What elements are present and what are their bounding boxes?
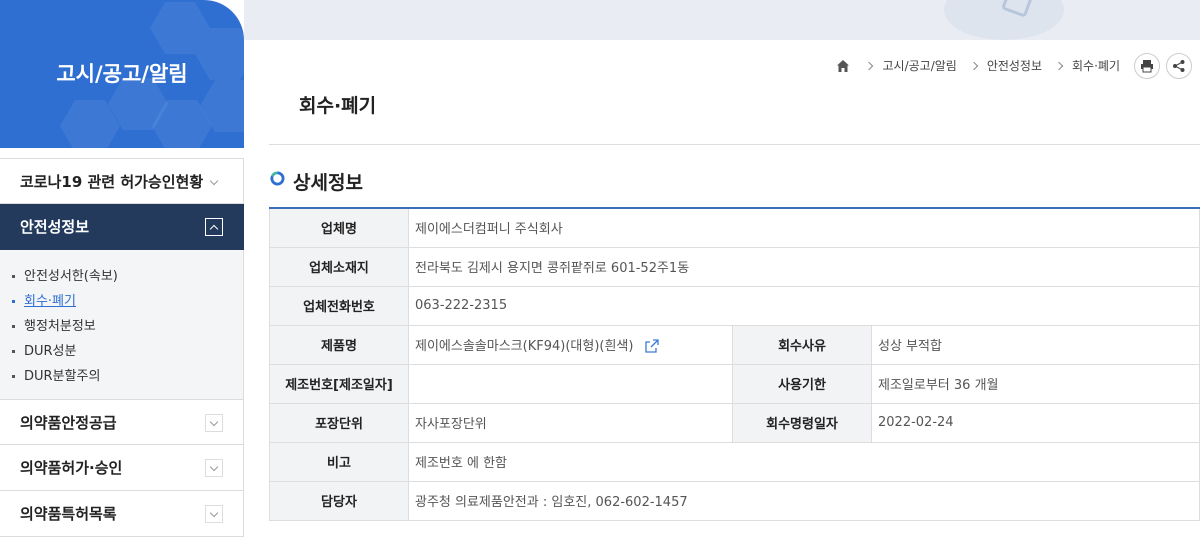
table-row: 업체명 제이에스더컴퍼니 주식회사: [269, 208, 1200, 248]
table-row: 비고 제조번호 에 한함: [269, 442, 1200, 482]
menu-item-approval[interactable]: 의약품허가·승인: [0, 445, 244, 491]
submenu-item-recall[interactable]: 회수·폐기: [12, 289, 243, 314]
field-label: 포장단위: [269, 403, 409, 443]
field-value: 제조번호 에 한함: [408, 442, 1200, 482]
home-icon[interactable]: [836, 59, 850, 73]
menu-item-label: 의약품안정공급: [20, 413, 117, 432]
field-value: 2022-02-24: [871, 403, 1200, 443]
chevron-up-icon[interactable]: [205, 218, 223, 236]
submenu: 안전성서한(속보) 회수·폐기 행정처분정보 DUR성분 DUR분할주의: [0, 250, 244, 399]
chevron-right-icon: [865, 61, 874, 70]
field-label: 업체전화번호: [269, 286, 409, 326]
external-link-icon[interactable]: [644, 338, 660, 354]
field-label: 회수명령일자: [732, 403, 872, 443]
menu-item-patent[interactable]: 의약품특허목록: [0, 491, 244, 537]
menu-item-label: 의약품허가·승인: [20, 459, 123, 477]
field-label: 업체소재지: [269, 247, 409, 287]
breadcrumb-item[interactable]: 회수·폐기: [1072, 57, 1120, 74]
top-banner: [244, 0, 1200, 40]
menu-item-label: 의약품특허목록: [20, 505, 117, 523]
share-button[interactable]: [1166, 53, 1192, 79]
field-label: 제조번호[제조일자]: [269, 364, 409, 404]
field-value: [408, 364, 733, 404]
menu-item-safety[interactable]: 안전성정보: [0, 204, 244, 250]
section-title: 상세정보: [293, 172, 363, 194]
field-value-product: 제이에스솔솔마스크(KF94)(대형)(흰색): [408, 325, 733, 365]
share-icon: [1173, 60, 1185, 72]
table-row: 제조번호[제조일자] 사용기한 제조일로부터 36 개월: [269, 364, 1200, 404]
table-row: 업체소재지 전라북도 김제시 용지면 콩쥐팥쥐로 601-52주1동: [269, 247, 1200, 287]
breadcrumb-item[interactable]: 안전성정보: [987, 57, 1042, 74]
chevron-down-icon: [205, 173, 223, 191]
table-row: 업체전화번호 063-222-2315: [269, 286, 1200, 326]
divider: [269, 144, 1200, 145]
page-title: 회수·폐기: [299, 95, 377, 117]
field-value: 자사포장단위: [408, 403, 733, 443]
product-name: 제이에스솔솔마스크(KF94)(대형)(흰색): [415, 338, 634, 354]
print-button[interactable]: [1134, 53, 1160, 79]
chevron-right-icon: [969, 61, 979, 70]
menu-item-label: 안전성정보: [20, 218, 90, 236]
chevron-right-icon: [1054, 61, 1064, 70]
menu-item-supply[interactable]: 의약품안정공급: [0, 399, 244, 445]
menu-item-label: 코로나19 관련 허가승인현황: [20, 172, 204, 191]
chevron-down-icon[interactable]: [205, 414, 223, 432]
sidebar-header: 고시/공고/알림: [0, 0, 244, 148]
field-label: 담당자: [269, 481, 409, 521]
field-label: 회수사유: [732, 325, 872, 365]
field-label: 업체명: [269, 208, 409, 248]
print-icon: [1141, 60, 1153, 73]
field-value: 063-222-2315: [408, 286, 1200, 326]
sidebar-menu: 코로나19 관련 허가승인현황 안전성정보 안전성서한(속보) 회수·폐기 행정…: [0, 158, 244, 537]
table-row: 포장단위 자사포장단위 회수명령일자 2022-02-24: [269, 403, 1200, 443]
table-row: 담당자 광주청 의료제품안전과 : 임호진, 062-602-1457: [269, 481, 1200, 521]
section-icon: [270, 171, 285, 186]
field-value: 제조일로부터 36 개월: [871, 364, 1200, 404]
field-value: 성상 부적합: [871, 325, 1200, 365]
field-value: 전라북도 김제시 용지면 콩쥐팥쥐로 601-52주1동: [408, 247, 1200, 287]
field-label: 비고: [269, 442, 409, 482]
menu-item-covid[interactable]: 코로나19 관련 허가승인현황: [0, 158, 244, 204]
sidebar-title: 고시/공고/알림: [56, 62, 188, 86]
field-value: 제이에스더컴퍼니 주식회사: [408, 208, 1200, 248]
field-label: 사용기한: [732, 364, 872, 404]
field-label: 제품명: [269, 325, 409, 365]
submenu-item-safety-letter[interactable]: 안전성서한(속보): [12, 264, 243, 289]
breadcrumb: 고시/공고/알림 안전성정보 회수·폐기: [836, 57, 1120, 74]
submenu-item-admin-action[interactable]: 행정처분정보: [12, 314, 243, 339]
chevron-down-icon[interactable]: [205, 459, 223, 477]
field-value: 광주청 의료제품안전과 : 임호진, 062-602-1457: [408, 481, 1200, 521]
detail-table: 업체명 제이에스더컴퍼니 주식회사 업체소재지 전라북도 김제시 용지면 콩쥐팥…: [269, 207, 1200, 521]
chevron-down-icon[interactable]: [205, 505, 223, 523]
submenu-item-dur-split[interactable]: DUR분할주의: [12, 364, 243, 389]
submenu-item-dur-ingredient[interactable]: DUR성분: [12, 339, 243, 364]
table-row: 제품명 제이에스솔솔마스크(KF94)(대형)(흰색) 회수사유 성상 부적합: [269, 325, 1200, 365]
breadcrumb-item[interactable]: 고시/공고/알림: [882, 57, 956, 74]
